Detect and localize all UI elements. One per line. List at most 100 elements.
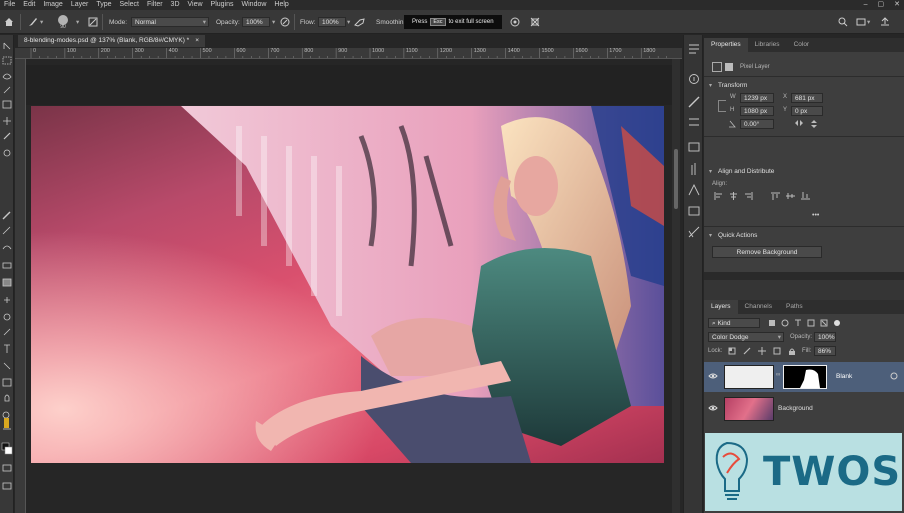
tools-panel bbox=[0, 35, 14, 513]
align-bottom-icon[interactable] bbox=[801, 192, 810, 202]
menu-edit[interactable]: Edit bbox=[19, 0, 39, 10]
ruler-tick-label: 400 bbox=[168, 48, 178, 54]
menu-3d[interactable]: 3D bbox=[167, 0, 184, 10]
workspace-icon[interactable]: ▾ bbox=[856, 10, 870, 34]
flip-horizontal-icon[interactable] bbox=[794, 119, 804, 131]
align-center-v-icon[interactable] bbox=[786, 192, 795, 202]
more-options[interactable]: ••• bbox=[812, 212, 819, 219]
lock-all-icon[interactable] bbox=[788, 347, 796, 357]
tab-layers[interactable]: Layers bbox=[704, 300, 738, 314]
filter-adjustment-icon[interactable] bbox=[781, 319, 789, 329]
opacity-field[interactable]: 100% bbox=[242, 17, 270, 27]
lock-image-icon[interactable] bbox=[743, 347, 751, 357]
brush-preset-picker[interactable]: 90 bbox=[56, 10, 70, 34]
visibility-eye-icon[interactable] bbox=[708, 372, 718, 382]
scrollbar-thumb[interactable] bbox=[674, 149, 678, 209]
lock-position-icon[interactable] bbox=[758, 347, 766, 357]
layer-name: Background bbox=[778, 405, 813, 412]
chain-link-icon[interactable]: ∞ bbox=[776, 372, 780, 378]
transform-title[interactable]: Transform bbox=[704, 82, 747, 89]
chevron-down-icon[interactable]: ▾ bbox=[347, 10, 350, 34]
pressure-size-icon[interactable] bbox=[510, 10, 520, 34]
align-right-icon[interactable] bbox=[744, 192, 753, 202]
airbrush-icon[interactable] bbox=[354, 10, 366, 34]
vertical-scrollbar[interactable] bbox=[672, 59, 680, 513]
close-tab-icon[interactable]: × bbox=[195, 35, 199, 47]
background-color-swatch[interactable] bbox=[4, 446, 13, 455]
filter-shape-icon[interactable] bbox=[807, 319, 815, 329]
tab-paths[interactable]: Paths bbox=[779, 300, 810, 314]
photo-layer-image[interactable] bbox=[31, 106, 664, 463]
width-field[interactable]: 1239 px bbox=[740, 93, 774, 103]
flow-field[interactable]: 100% bbox=[318, 17, 346, 27]
filter-kind-dropdown[interactable]: ⌕ Kind bbox=[708, 318, 760, 328]
y-field[interactable]: 0 px bbox=[791, 106, 823, 116]
x-field[interactable]: 681 px bbox=[791, 93, 823, 103]
mask-icon[interactable] bbox=[725, 63, 733, 71]
brush-settings-panel-icon bbox=[688, 96, 700, 108]
menu-file[interactable]: File bbox=[0, 0, 19, 10]
menu-view[interactable]: View bbox=[184, 0, 207, 10]
maximize-button[interactable]: ▢ bbox=[878, 0, 885, 10]
chevron-down-icon[interactable]: ▾ bbox=[272, 10, 275, 34]
filter-type-icon[interactable] bbox=[794, 319, 802, 329]
minimize-button[interactable]: – bbox=[864, 0, 868, 10]
crop-tool-icon bbox=[2, 100, 12, 109]
symmetry-icon[interactable] bbox=[530, 10, 540, 34]
tab-properties[interactable]: Properties bbox=[704, 38, 748, 52]
align-center-h-icon[interactable] bbox=[729, 192, 738, 202]
ruler-tick-label: 1300 bbox=[473, 48, 486, 54]
fill-field[interactable]: 86% bbox=[814, 346, 836, 356]
ruler-tick-label: 0 bbox=[33, 48, 37, 54]
visibility-eye-icon[interactable] bbox=[708, 404, 718, 414]
share-icon[interactable] bbox=[880, 10, 890, 34]
menu-image[interactable]: Image bbox=[39, 0, 66, 10]
align-title[interactable]: Align and Distribute bbox=[704, 168, 774, 175]
tab-channels[interactable]: Channels bbox=[738, 300, 779, 314]
filter-smart-object-icon[interactable] bbox=[820, 319, 828, 329]
brush-tool-icon[interactable]: ▾ bbox=[28, 10, 43, 34]
height-field[interactable]: 1080 px bbox=[740, 106, 774, 116]
layer-row[interactable]: Background bbox=[704, 394, 904, 424]
tab-libraries[interactable]: Libraries bbox=[748, 38, 787, 52]
menu-window[interactable]: Window bbox=[238, 0, 271, 10]
menu-type[interactable]: Type bbox=[92, 0, 115, 10]
align-top-icon[interactable] bbox=[771, 192, 780, 202]
angle-field[interactable]: 0.00° bbox=[740, 119, 774, 129]
quick-actions-title[interactable]: Quick Actions bbox=[704, 232, 757, 239]
layer-style-icon[interactable] bbox=[890, 372, 898, 382]
eraser-tool-icon bbox=[2, 262, 12, 269]
flip-vertical-icon[interactable] bbox=[810, 119, 818, 131]
align-left-icon[interactable] bbox=[714, 192, 723, 202]
lock-transparent-icon[interactable] bbox=[728, 347, 736, 357]
fill-label: Fill: bbox=[802, 348, 812, 354]
layer-mask-thumbnail[interactable] bbox=[783, 365, 827, 389]
filter-toggle-icon[interactable] bbox=[833, 319, 841, 329]
menu-plugins[interactable]: Plugins bbox=[207, 0, 238, 10]
brush-settings-icon[interactable] bbox=[88, 10, 98, 34]
menu-filter[interactable]: Filter bbox=[143, 0, 167, 10]
layer-row[interactable]: ∞ Blank bbox=[704, 362, 904, 392]
pressure-opacity-icon[interactable] bbox=[280, 10, 290, 34]
menu-help[interactable]: Help bbox=[270, 0, 292, 10]
ruler-tick-label: 1200 bbox=[439, 48, 453, 54]
mode-dropdown[interactable]: Normal ▾ bbox=[131, 17, 209, 27]
link-dimensions-icon[interactable] bbox=[718, 100, 726, 112]
menu-layer[interactable]: Layer bbox=[67, 0, 93, 10]
search-icon[interactable] bbox=[838, 10, 848, 34]
panel-icon-strip bbox=[683, 35, 703, 513]
lock-artboard-icon[interactable] bbox=[773, 347, 781, 357]
tab-color[interactable]: Color bbox=[787, 38, 817, 52]
chevron-down-icon[interactable]: ▾ bbox=[76, 10, 79, 34]
remove-background-button[interactable]: Remove Background bbox=[712, 246, 822, 258]
home-icon[interactable] bbox=[4, 10, 14, 34]
ruler-tick-label: 100 bbox=[66, 48, 77, 54]
blend-mode-dropdown[interactable]: Color Dodge ▾ bbox=[708, 332, 784, 342]
sliders-icon bbox=[689, 118, 699, 126]
close-window-button[interactable]: ✕ bbox=[894, 0, 900, 10]
layer-opacity-field[interactable]: 100% bbox=[814, 332, 836, 342]
document-tab[interactable]: 8-blending-modes.psd @ 137% (Blank, RGB/… bbox=[18, 35, 205, 47]
filter-pixel-icon[interactable] bbox=[768, 319, 776, 329]
notes-icon bbox=[688, 226, 700, 238]
menu-select[interactable]: Select bbox=[116, 0, 143, 10]
